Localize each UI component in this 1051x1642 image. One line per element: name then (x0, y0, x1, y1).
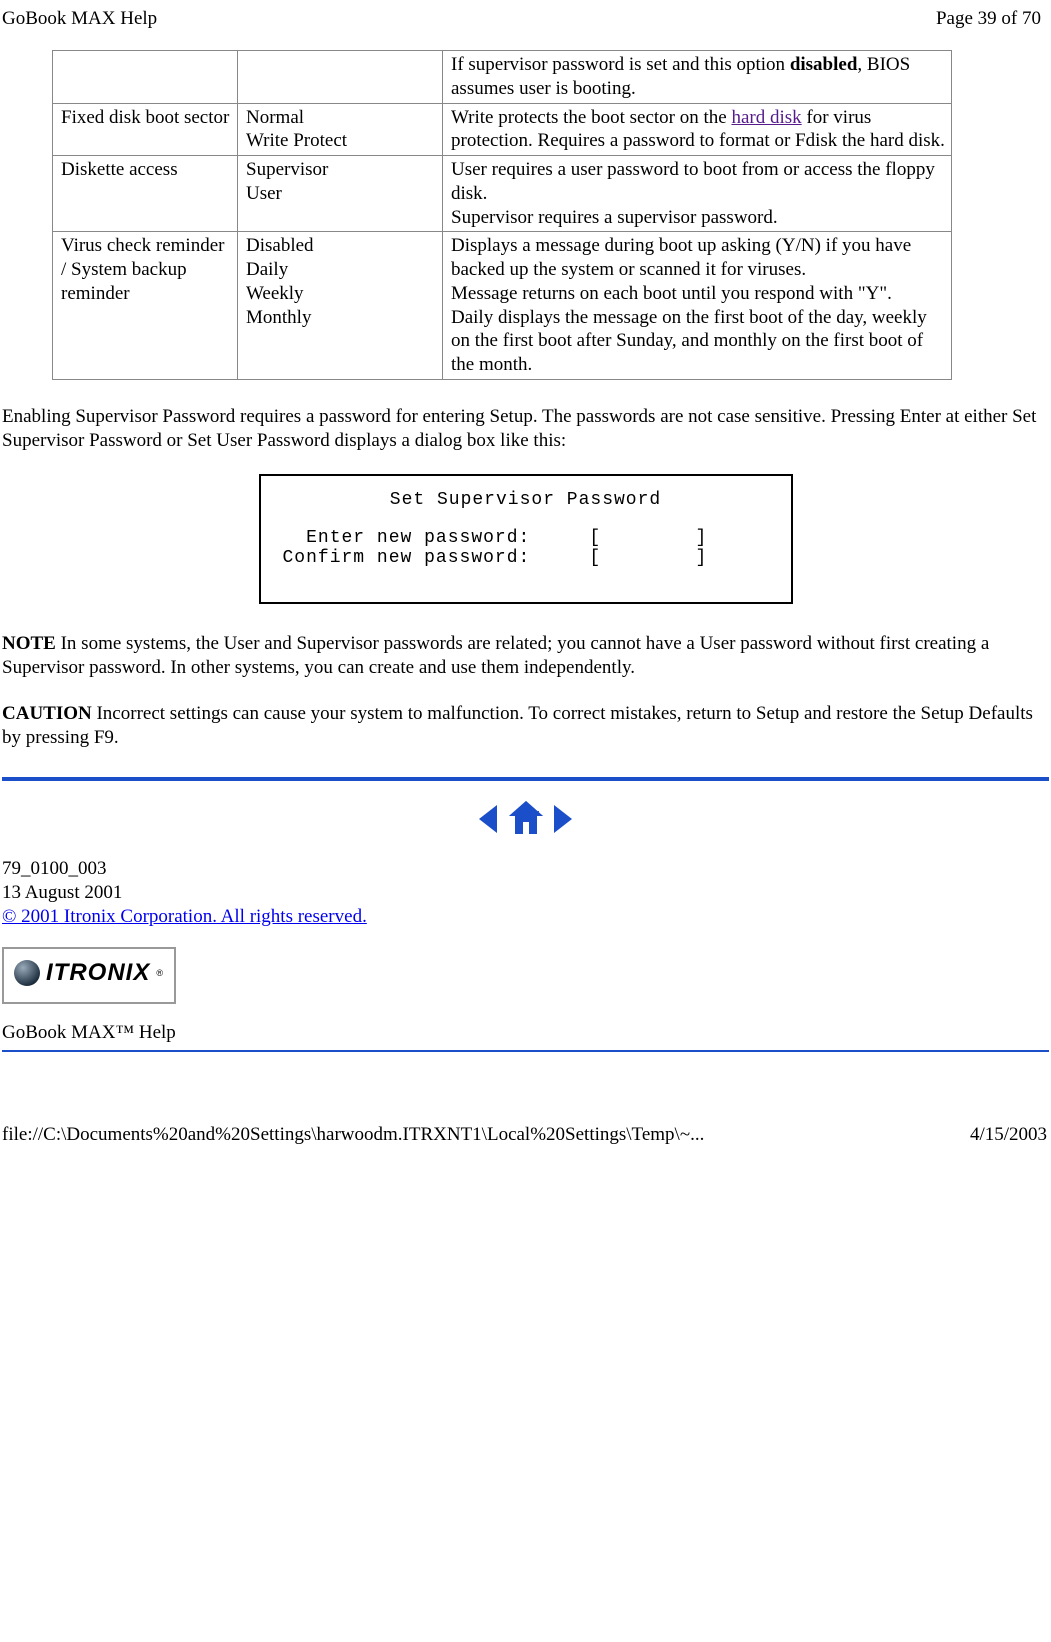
footer-date: 4/15/2003 (970, 1124, 1047, 1146)
dialog-title: Set Supervisor Password (261, 476, 791, 528)
cell-desc: User requires a user password to boot fr… (443, 156, 952, 232)
copyright-link[interactable]: © 2001 Itronix Corporation. All rights r… (2, 906, 367, 927)
nav-icons (2, 799, 1049, 839)
subheader: GoBook MAX™ Help (2, 1022, 1049, 1044)
doc-date: 13 August 2001 (2, 881, 1049, 905)
table-row: If supervisor password is set and this o… (53, 51, 952, 104)
logo-globe-icon (14, 960, 40, 986)
bold-text: disabled (790, 54, 858, 75)
divider (2, 777, 1049, 781)
nav-home-icon[interactable] (506, 808, 551, 829)
table-row: Diskette access Supervisor User User req… (53, 156, 952, 232)
cell-field: Fixed disk boot sector (53, 103, 238, 156)
doc-number: 79_0100_003 (2, 857, 1049, 881)
paragraph-caution: CAUTION Incorrect settings can cause you… (2, 702, 1049, 750)
dialog-body: Enter new password: [ ] Confirm new pass… (261, 528, 791, 602)
dialog-line2: Confirm new password: [ ] (283, 548, 708, 568)
cell-field (53, 51, 238, 104)
cell-field: Virus check reminder / System backup rem… (53, 232, 238, 380)
hard-disk-link[interactable]: hard disk (731, 107, 801, 128)
password-dialog: Set Supervisor Password Enter new passwo… (259, 474, 793, 604)
bios-security-table: If supervisor password is set and this o… (52, 50, 952, 380)
cell-options: Supervisor User (238, 156, 443, 232)
footer-path: file://C:\Documents%20and%20Settings\har… (2, 1124, 704, 1146)
cell-field: Diskette access (53, 156, 238, 232)
nav-next-icon[interactable] (550, 808, 576, 829)
note-label: NOTE (2, 633, 56, 654)
text: Write protects the boot sector on the (451, 107, 731, 128)
registered-mark: ® (156, 968, 164, 978)
nav-prev-icon[interactable] (475, 808, 506, 829)
table-row: Fixed disk boot sector Normal Write Prot… (53, 103, 952, 156)
cell-desc: Write protects the boot sector on the ha… (443, 103, 952, 156)
cell-options (238, 51, 443, 104)
divider-thin (2, 1050, 1049, 1052)
paragraph-enabling: Enabling Supervisor Password requires a … (2, 405, 1049, 453)
cell-desc: If supervisor password is set and this o… (443, 51, 952, 104)
paragraph-note: NOTE In some systems, the User and Super… (2, 632, 1049, 680)
itronix-logo: ITRONIX ® (14, 959, 164, 987)
table-row: Virus check reminder / System backup rem… (53, 232, 952, 380)
page-footer: file://C:\Documents%20and%20Settings\har… (0, 1070, 1051, 1154)
cell-options: Disabled Daily Weekly Monthly (238, 232, 443, 380)
cell-options: Normal Write Protect (238, 103, 443, 156)
logo-box: ITRONIX ® (2, 947, 176, 1004)
page-indicator: Page 39 of 70 (936, 8, 1041, 30)
header-title: GoBook MAX Help (2, 8, 157, 30)
cell-desc: Displays a message during boot up asking… (443, 232, 952, 380)
logo-wordmark: ITRONIX (46, 959, 150, 987)
page-header: GoBook MAX Help Page 39 of 70 (0, 0, 1051, 50)
text: If supervisor password is set and this o… (451, 54, 790, 75)
note-body: In some systems, the User and Supervisor… (2, 633, 989, 678)
doc-meta: 79_0100_003 13 August 2001 © 2001 Itroni… (2, 857, 1049, 928)
caution-body: Incorrect settings can cause your system… (2, 703, 1033, 748)
caution-label: CAUTION (2, 703, 92, 724)
dialog-line1: Enter new password: [ ] (283, 528, 708, 548)
